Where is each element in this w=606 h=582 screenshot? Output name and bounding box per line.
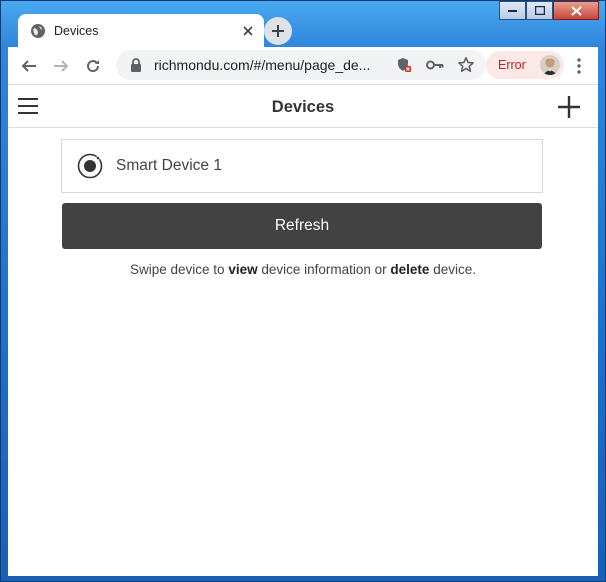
page-title: Devices xyxy=(271,98,335,116)
plus-icon xyxy=(272,25,284,37)
reload-button[interactable] xyxy=(78,51,108,81)
back-button[interactable] xyxy=(14,51,44,81)
key-icon[interactable] xyxy=(424,54,446,76)
star-icon[interactable] xyxy=(455,54,477,76)
forward-arrow-icon xyxy=(54,59,69,72)
lock-icon xyxy=(131,58,141,72)
more-vert-icon xyxy=(577,58,581,74)
tab-close-icon[interactable] xyxy=(236,19,260,43)
radio-icon xyxy=(77,153,103,179)
plus-icon[interactable] xyxy=(556,94,582,120)
browser-toolbar: richmondu.com/#/menu/page_de... Error xyxy=(8,47,598,84)
hint-prefix: Swipe device to xyxy=(130,262,229,277)
tab-strip: Devices xyxy=(8,14,598,47)
blocked-content-icon[interactable] xyxy=(393,54,415,76)
new-tab-button[interactable] xyxy=(264,17,292,45)
hint-suffix: device. xyxy=(429,262,476,277)
reload-icon xyxy=(87,59,100,72)
tab-title: Devices xyxy=(54,23,99,38)
refresh-button[interactable]: Refresh xyxy=(62,203,542,249)
back-arrow-icon xyxy=(21,59,36,72)
address-bar[interactable]: richmondu.com/#/menu/page_de... xyxy=(116,50,486,80)
list-item[interactable]: Smart Device 1 xyxy=(61,139,543,193)
device-name: Smart Device 1 xyxy=(116,157,222,174)
browser-tab[interactable]: Devices xyxy=(18,14,264,47)
app-header: Devices xyxy=(8,85,598,128)
globe-icon xyxy=(31,23,45,38)
hint-middle: device information or xyxy=(257,262,391,277)
page-content: Devices Smart Device 1 Refresh Swipe dev… xyxy=(8,84,598,576)
profile-error-button[interactable]: Error xyxy=(486,51,564,79)
error-label: Error xyxy=(498,58,526,72)
hint-view: view xyxy=(228,262,258,277)
forward-button[interactable] xyxy=(46,51,76,81)
hint-delete: delete xyxy=(390,262,430,277)
avatar xyxy=(540,55,560,75)
url-text: richmondu.com/#/menu/page_de... xyxy=(154,57,371,73)
instruction-text: Swipe device to view device information … xyxy=(8,262,598,277)
browser-menu-button[interactable] xyxy=(564,51,594,81)
